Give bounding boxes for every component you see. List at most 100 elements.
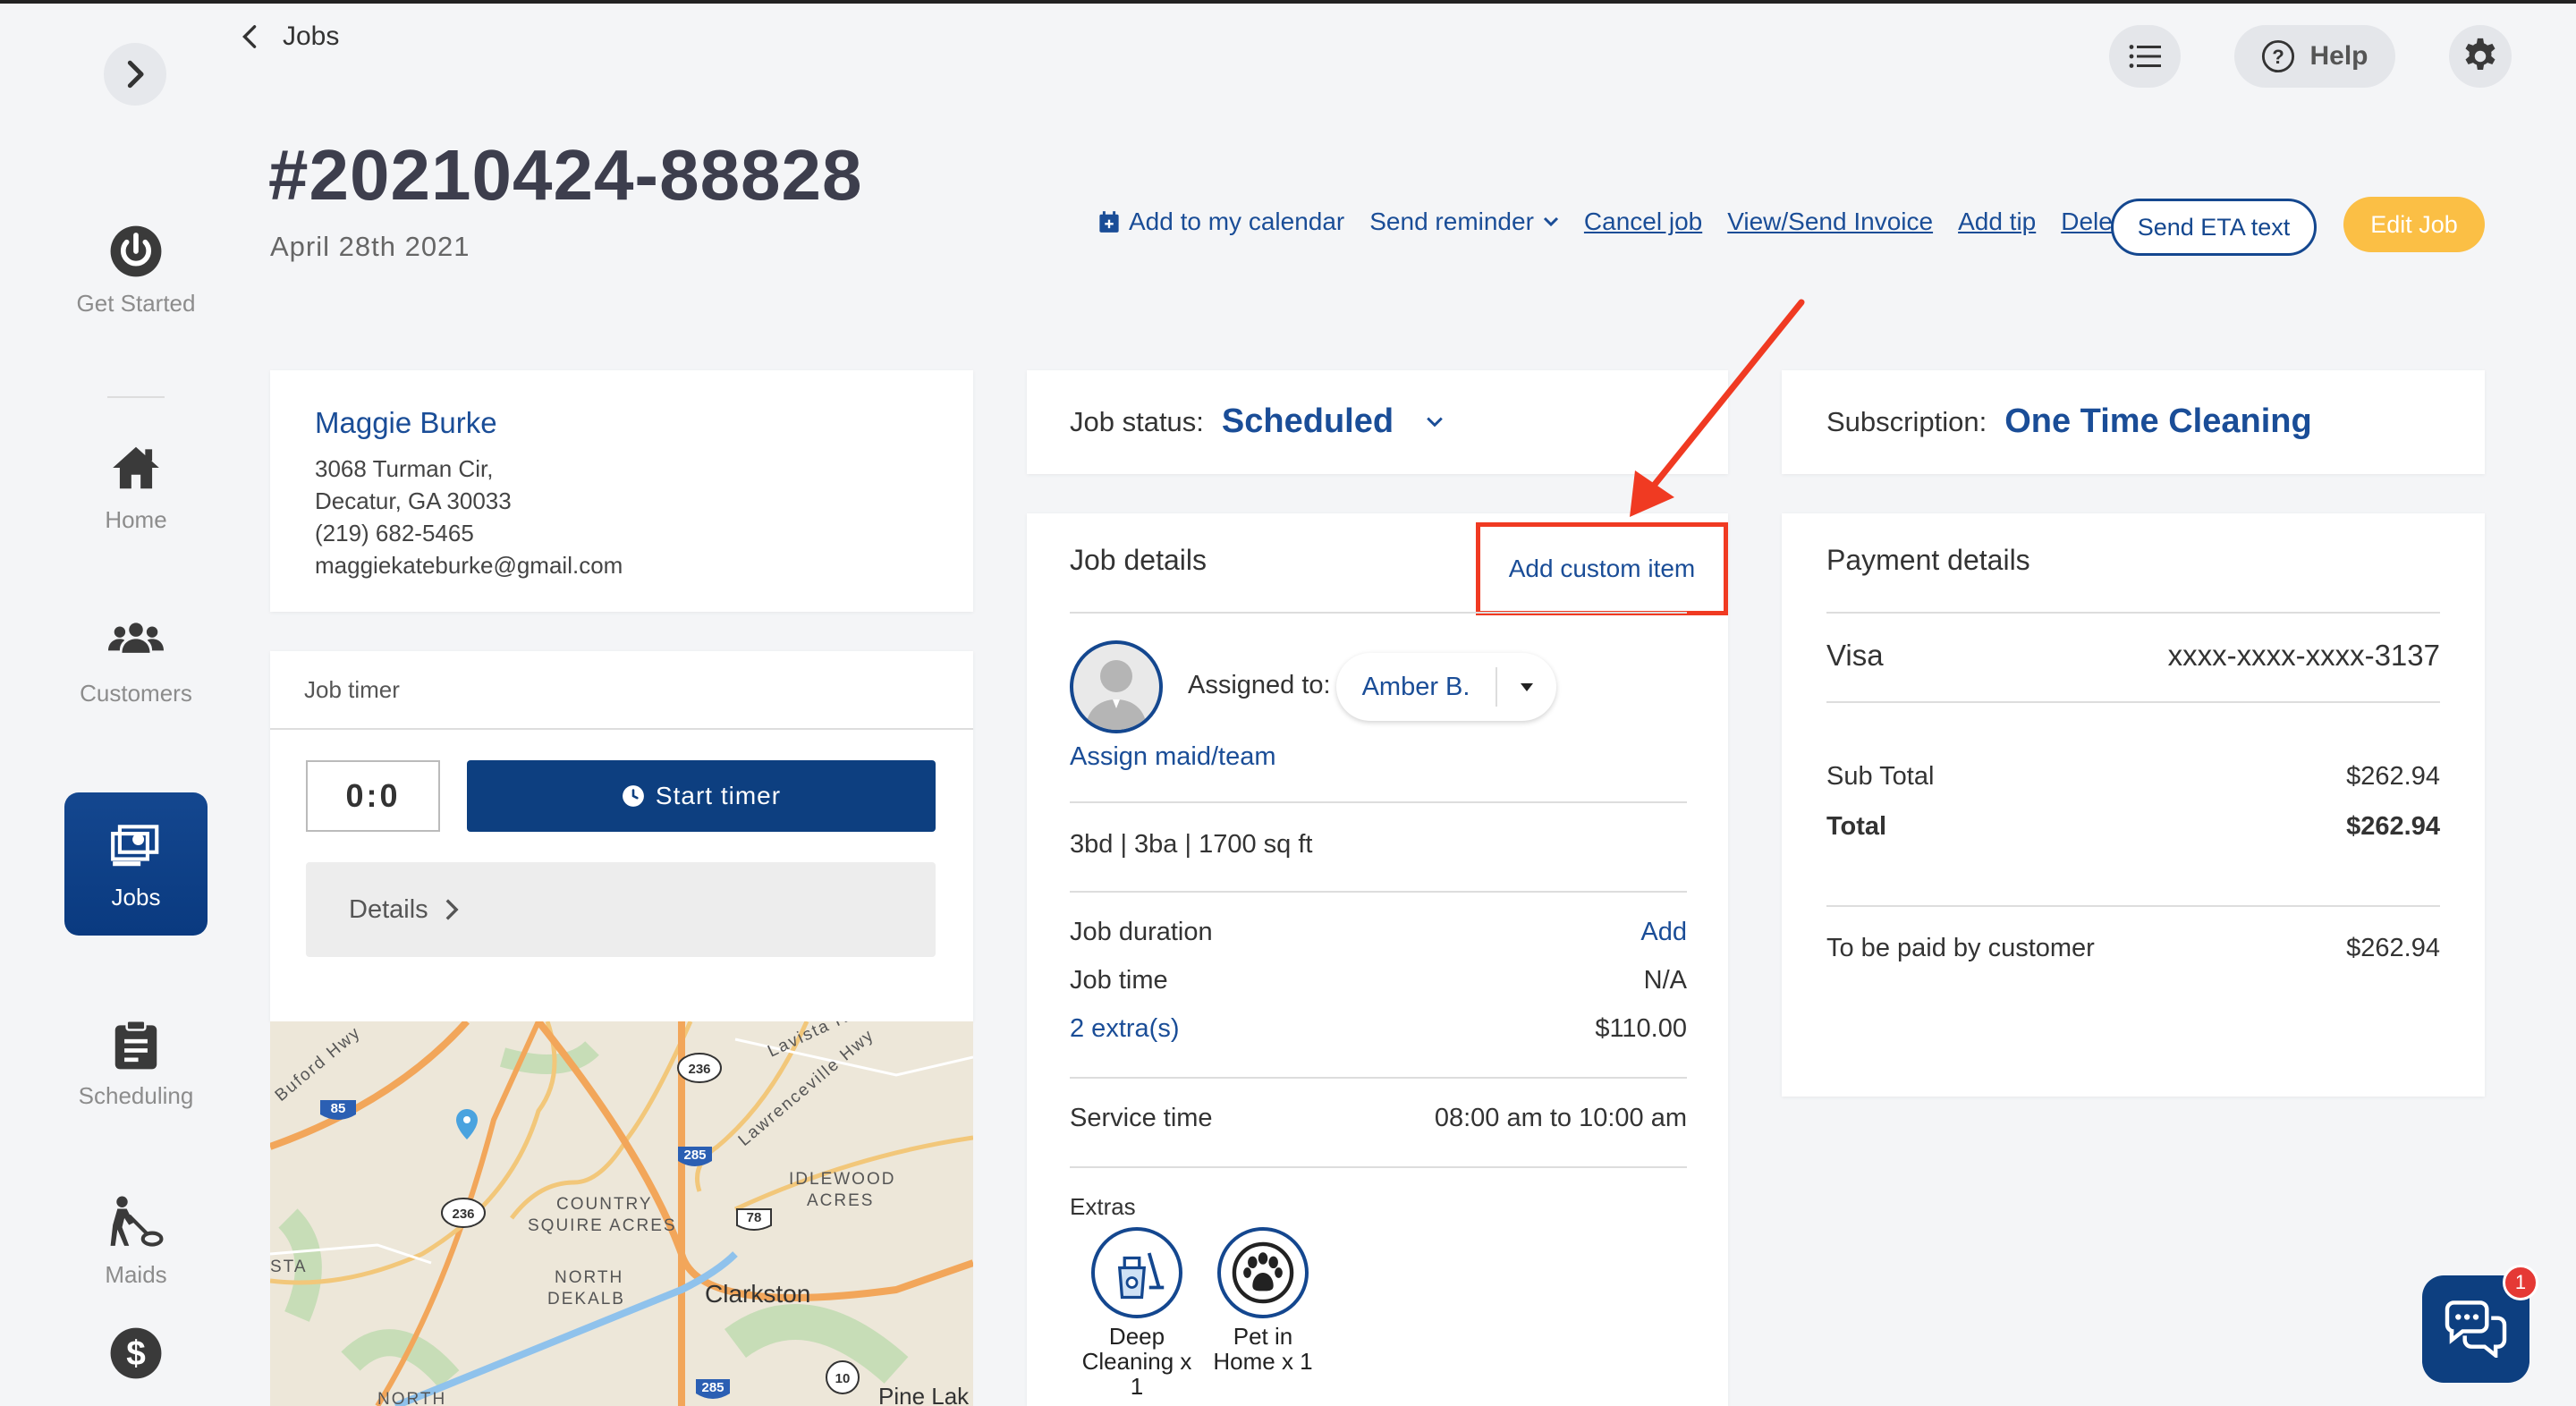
map-label: IDLEWOOD bbox=[789, 1170, 895, 1189]
map-shield: 78 bbox=[747, 1210, 762, 1225]
deep-cleaning-icon bbox=[1117, 1252, 1165, 1300]
extras-price: $110.00 bbox=[1595, 1014, 1687, 1043]
map-graphic: Buford Hwy Lavista Rd Lawrenceville Hwy … bbox=[270, 1021, 973, 1406]
map-shield: 236 bbox=[688, 1062, 710, 1077]
extra-item: Deep Cleaning x 1 bbox=[1079, 1227, 1195, 1399]
payment-details-card: Payment details Visa xxxx-xxxx-xxxx-3137… bbox=[1782, 513, 2485, 1097]
dollar-icon: $ bbox=[110, 1327, 162, 1379]
service-time-label: Service time bbox=[1070, 1104, 1213, 1132]
assigned-to-select[interactable]: Amber B. bbox=[1336, 653, 1556, 721]
sidebar-item-home[interactable]: Home bbox=[64, 415, 208, 558]
customer-address-line1: 3068 Turman Cir, bbox=[315, 455, 494, 482]
gear-icon bbox=[2465, 38, 2496, 71]
back-link[interactable]: Jobs bbox=[240, 21, 339, 52]
svg-text:?: ? bbox=[2273, 46, 2285, 68]
clock-icon bbox=[623, 785, 644, 807]
map-label: Clarkston bbox=[705, 1280, 810, 1308]
sidebar-item-customers[interactable]: Customers bbox=[64, 589, 208, 732]
list-view-button[interactable] bbox=[2109, 25, 2181, 88]
card-number: xxxx-xxxx-xxxx-3137 bbox=[2167, 639, 2440, 672]
chevron-right-icon bbox=[127, 60, 144, 89]
sidebar-item-jobs[interactable]: Jobs bbox=[64, 792, 208, 936]
job-timer-title: Job timer bbox=[304, 676, 400, 703]
jobs-icon bbox=[111, 824, 159, 866]
chevron-right-icon bbox=[445, 899, 459, 920]
assign-maid-team-link[interactable]: Assign maid/team bbox=[1070, 742, 1276, 772]
extra-label: Deep Cleaning x 1 bbox=[1081, 1323, 1192, 1400]
details-expander[interactable]: Details bbox=[306, 862, 936, 957]
sidebar-item-maids[interactable]: Maids bbox=[64, 1170, 208, 1313]
job-status-dropdown[interactable]: Job status: Scheduled bbox=[1070, 402, 1444, 441]
notification-badge: 1 bbox=[2503, 1265, 2538, 1300]
annotation-arrow bbox=[1630, 299, 1805, 517]
total-value: $262.94 bbox=[2346, 812, 2440, 841]
sidebar-item-get-started[interactable]: Get Started bbox=[64, 199, 208, 342]
subscription-card: Subscription: One Time Cleaning bbox=[1782, 370, 2485, 474]
calendar-add-icon bbox=[1099, 211, 1119, 233]
map-shield: 85 bbox=[331, 1101, 346, 1116]
extra-label: Pet in Home x 1 bbox=[1213, 1323, 1313, 1375]
svg-text:$: $ bbox=[126, 1334, 146, 1373]
paw-icon bbox=[1232, 1241, 1294, 1304]
send-eta-text-button[interactable]: Send ETA text bbox=[2111, 199, 2317, 256]
sidebar-item-label: Scheduling bbox=[78, 1081, 194, 1109]
person-icon bbox=[1086, 660, 1147, 730]
sidebar-divider bbox=[107, 396, 165, 398]
page-title: #20210424-88828 bbox=[268, 135, 863, 215]
send-reminder-label: Send reminder bbox=[1369, 208, 1534, 235]
customer-name-link[interactable]: Maggie Burke bbox=[315, 406, 497, 440]
chevron-down-icon bbox=[1543, 216, 1558, 227]
sidebar-item-label: Get Started bbox=[76, 289, 196, 317]
chevron-down-icon bbox=[1427, 417, 1443, 427]
clipboard-icon bbox=[114, 1019, 157, 1069]
job-duration-add-link[interactable]: Add bbox=[1640, 918, 1687, 947]
top-border bbox=[0, 0, 2576, 4]
sidebar-item-scheduling[interactable]: Scheduling bbox=[64, 991, 208, 1134]
job-date: April 28th 2021 bbox=[270, 231, 470, 262]
users-icon bbox=[108, 622, 164, 653]
sidebar-item-label: Customers bbox=[80, 679, 192, 707]
amount-due-value: $262.94 bbox=[2346, 934, 2440, 962]
collapse-sidebar-button[interactable] bbox=[104, 43, 166, 106]
map-label: COUNTRY bbox=[556, 1195, 653, 1214]
map-shield: 10 bbox=[835, 1371, 851, 1386]
add-tip-link[interactable]: Add tip bbox=[1958, 208, 2036, 236]
map-label: NORTH bbox=[377, 1390, 446, 1406]
cancel-job-link[interactable]: Cancel job bbox=[1584, 208, 1702, 236]
sidebar-item-label: Home bbox=[105, 505, 167, 533]
map-label: SQUIRE ACRES bbox=[528, 1216, 677, 1235]
job-time-label: Job time bbox=[1070, 966, 1168, 995]
service-time-value: 08:00 am to 10:00 am bbox=[1434, 1104, 1687, 1132]
total-label: Total bbox=[1826, 812, 1887, 841]
settings-button[interactable] bbox=[2449, 25, 2512, 88]
start-timer-button[interactable]: Start timer bbox=[467, 760, 936, 832]
help-button[interactable]: ? Help bbox=[2234, 25, 2395, 88]
extras-link[interactable]: 2 extra(s) bbox=[1070, 1014, 1179, 1044]
cleaner-icon bbox=[110, 1196, 164, 1247]
timer-display: 0:0 bbox=[306, 760, 440, 832]
location-map[interactable]: Buford Hwy Lavista Rd Lawrenceville Hwy … bbox=[270, 1021, 973, 1406]
add-custom-item-label: Add custom item bbox=[1508, 555, 1696, 582]
job-actions: Add to my calendar Send reminder Cancel … bbox=[1098, 208, 2174, 236]
job-details-card: Job details Add custom item Assigned to:… bbox=[1027, 513, 1728, 1406]
sidebar-item-label: Jobs bbox=[111, 883, 161, 911]
send-reminder-dropdown[interactable]: Send reminder bbox=[1369, 208, 1559, 236]
details-label: Details bbox=[349, 894, 428, 924]
map-shield: 285 bbox=[683, 1148, 706, 1163]
job-status-value: Scheduled bbox=[1221, 402, 1394, 440]
subscription-label: Subscription: bbox=[1826, 405, 1987, 437]
job-time-value: N/A bbox=[1643, 966, 1687, 995]
edit-job-button[interactable]: Edit Job bbox=[2343, 197, 2485, 252]
map-shield: 285 bbox=[701, 1380, 724, 1395]
subtotal-label: Sub Total bbox=[1826, 762, 1935, 791]
view-send-invoice-link[interactable]: View/Send Invoice bbox=[1727, 208, 1933, 236]
help-label: Help bbox=[2309, 41, 2368, 71]
add-to-calendar-link[interactable]: Add to my calendar bbox=[1098, 208, 1344, 236]
assigned-to-label: Assigned to: bbox=[1188, 671, 1331, 699]
start-timer-label: Start timer bbox=[655, 782, 782, 809]
add-custom-item-link[interactable]: Add custom item bbox=[1476, 522, 1728, 615]
map-label: Pine Lak bbox=[878, 1383, 970, 1406]
sidebar-item-payments[interactable]: $ bbox=[64, 1326, 208, 1406]
customer-email: maggiekateburke@gmail.com bbox=[315, 552, 623, 579]
payment-details-title: Payment details bbox=[1826, 544, 2030, 576]
